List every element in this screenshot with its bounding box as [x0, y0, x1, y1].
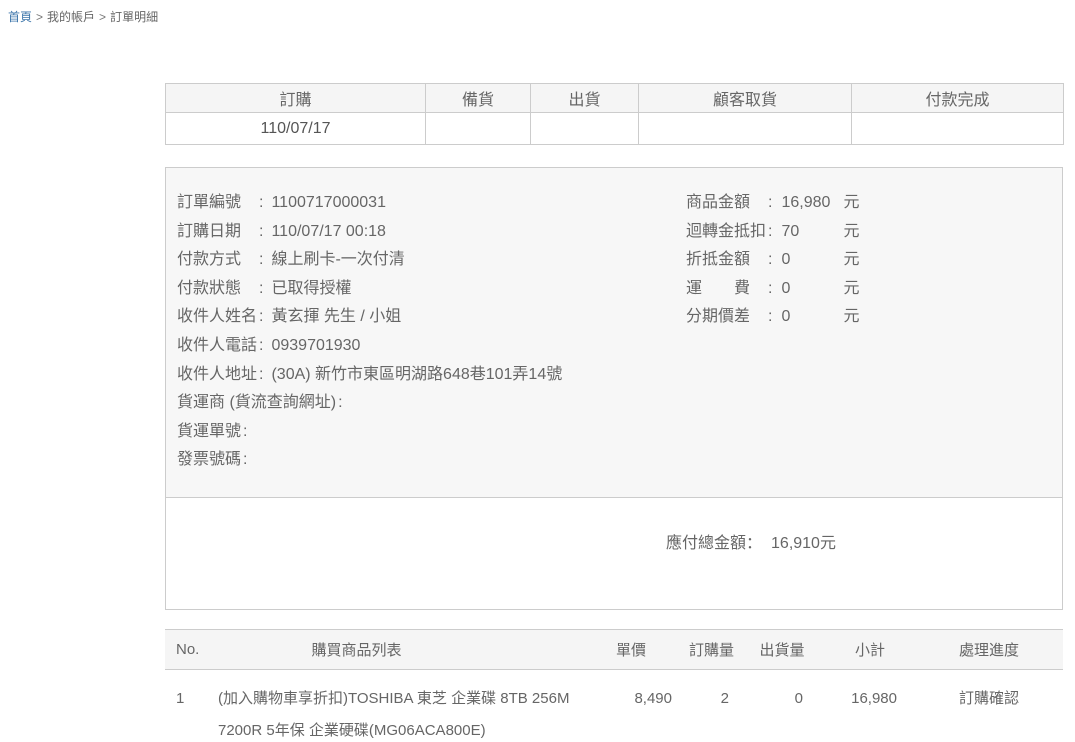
order-date-value: 110/07/17 00:18: [271, 223, 385, 240]
order-status-table: 訂購 備貨 出貨 顧客取貨 付款完成 110/07/17: [165, 83, 1064, 145]
item-total-value: 16,980: [781, 189, 843, 218]
info-row-invoice-number: 發票號碼:: [177, 446, 1042, 475]
product-row-ship-qty: 0: [737, 683, 807, 742]
total-due-section: 應付總金額： 16,910元: [166, 497, 1062, 609]
product-header-name: 購買商品列表: [218, 639, 590, 660]
status-pickup-value: [639, 113, 852, 145]
info-row-order-number: 訂單編號 :1100717000031: [177, 189, 1042, 218]
info-label: 發票號碼: [177, 451, 241, 468]
recipient-address-value: (30A) 新竹市東區明湖路648巷101弄14號: [271, 366, 562, 383]
info-row-tracking-number: 貨運單號:: [177, 418, 1042, 447]
order-info-box: 訂單編號 :1100717000031 訂購日期 :110/07/17 00:1…: [165, 167, 1063, 610]
currency-unit: 元: [843, 280, 859, 297]
amount-row-rebate-deduction: 迴轉金抵扣:70元: [686, 218, 859, 247]
product-header-ship-qty: 出貨量: [737, 639, 807, 660]
product-header-no: No.: [165, 641, 218, 658]
info-row-order-date: 訂購日期 :110/07/17 00:18: [177, 218, 1042, 247]
info-label: 訂單編號: [177, 194, 257, 211]
product-header-unit-price: 單價: [590, 639, 672, 660]
amount-label: 商品金額: [686, 194, 766, 211]
info-label: 訂購日期: [177, 223, 257, 240]
status-ordered-date: 110/07/17: [166, 113, 426, 145]
currency-unit: 元: [843, 223, 859, 240]
info-row-recipient-phone: 收件人電話:0939701930: [177, 332, 1042, 361]
info-row-payment-method: 付款方式 :線上刷卡-一次付清: [177, 246, 1042, 275]
status-header-stocking: 備貨: [426, 84, 531, 113]
amount-row-item-total: 商品金額 :16,980元: [686, 189, 859, 218]
info-label: 收件人姓名: [177, 308, 257, 325]
currency-unit: 元: [843, 251, 859, 268]
product-row-no: 1: [165, 683, 218, 742]
amount-label: 運 費: [686, 280, 766, 297]
order-info-main: 訂單編號 :1100717000031 訂購日期 :110/07/17 00:1…: [166, 168, 1062, 497]
status-header-row: 訂購 備貨 出貨 顧客取貨 付款完成: [166, 84, 1064, 113]
payment-method-value: 線上刷卡-一次付清: [271, 251, 404, 268]
amount-label: 折抵金額: [686, 251, 766, 268]
info-row-recipient-address: 收件人地址:(30A) 新竹市東區明湖路648巷101弄14號: [177, 361, 1042, 390]
amount-row-discount: 折抵金額 :0元: [686, 246, 859, 275]
status-paid-value: [852, 113, 1064, 145]
product-table: No. 購買商品列表 單價 訂購量 出貨量 小計 處理進度 1 (加入購物車享折…: [165, 629, 1063, 742]
status-header-ordered: 訂購: [166, 84, 426, 113]
amount-label: 迴轉金抵扣: [686, 223, 766, 240]
order-info-left: 訂單編號 :1100717000031 訂購日期 :110/07/17 00:1…: [177, 189, 1042, 475]
status-header-shipped: 出貨: [531, 84, 639, 113]
rebate-deduction-value: 70: [781, 218, 843, 247]
product-row-name: (加入購物車享折扣)TOSHIBA 東芝 企業碟 8TB 256M 7200R …: [218, 683, 590, 742]
product-header-order-qty: 訂購量: [672, 639, 737, 660]
payment-status-value: 已取得授權: [271, 280, 351, 297]
amount-row-installment-diff: 分期價差 :0元: [686, 303, 859, 332]
currency-unit: 元: [843, 194, 859, 211]
installment-diff-value: 0: [781, 303, 843, 332]
total-due-label: 應付總金額：: [666, 535, 762, 552]
order-amounts: 商品金額 :16,980元 迴轉金抵扣:70元 折抵金額 :0元 運 費 :0元…: [686, 189, 859, 332]
product-row-order-qty: 2: [672, 683, 737, 742]
total-due-value: 16,910元: [771, 535, 836, 552]
info-label: 付款方式: [177, 251, 257, 268]
breadcrumb-link-home[interactable]: 首頁: [8, 10, 32, 24]
product-row-subtotal: 16,980: [807, 683, 899, 742]
product-table-header: No. 購買商品列表 單價 訂購量 出貨量 小計 處理進度: [165, 629, 1063, 670]
info-row-payment-status: 付款狀態 :已取得授權: [177, 275, 1042, 304]
breadcrumb-separator: >: [36, 10, 43, 24]
breadcrumb-current-page: 訂單明細: [110, 10, 158, 24]
info-label: 貨運商 (貨流查詢網址): [177, 394, 336, 411]
info-label: 付款狀態: [177, 280, 257, 297]
breadcrumb-link-account[interactable]: 我的帳戶: [47, 10, 95, 24]
recipient-name-value: 黃玄揮 先生 / 小姐: [271, 308, 401, 325]
recipient-phone-value: 0939701930: [271, 337, 360, 354]
info-label: 貨運單號: [177, 423, 241, 440]
status-header-pickup: 顧客取貨: [639, 84, 852, 113]
info-row-carrier: 貨運商 (貨流查詢網址):: [177, 389, 1042, 418]
status-header-paid: 付款完成: [852, 84, 1064, 113]
discount-value: 0: [781, 246, 843, 275]
status-value-row: 110/07/17: [166, 113, 1064, 145]
info-row-recipient-name: 收件人姓名:黃玄揮 先生 / 小姐: [177, 303, 1042, 332]
amount-label: 分期價差: [686, 308, 766, 325]
breadcrumb-separator: >: [99, 10, 106, 24]
shipping-fee-value: 0: [781, 275, 843, 304]
status-stocking-value: [426, 113, 531, 145]
info-label: 收件人地址: [177, 366, 257, 383]
product-header-subtotal: 小計: [807, 639, 899, 660]
amount-row-shipping-fee: 運 費 :0元: [686, 275, 859, 304]
order-detail-content: 訂購 備貨 出貨 顧客取貨 付款完成 110/07/17 訂單編號 :11007…: [165, 83, 1063, 742]
info-label: 收件人電話: [177, 337, 257, 354]
product-header-progress: 處理進度: [899, 639, 1063, 660]
product-row-progress: 訂購確認: [899, 683, 1063, 742]
status-shipped-value: [531, 113, 639, 145]
breadcrumb: 首頁 > 我的帳戶 > 訂單明細: [0, 0, 1075, 25]
order-number-value: 1100717000031: [271, 194, 386, 211]
product-row: 1 (加入購物車享折扣)TOSHIBA 東芝 企業碟 8TB 256M 7200…: [165, 670, 1063, 742]
currency-unit: 元: [843, 308, 859, 325]
product-row-unit-price: 8,490: [590, 683, 672, 742]
